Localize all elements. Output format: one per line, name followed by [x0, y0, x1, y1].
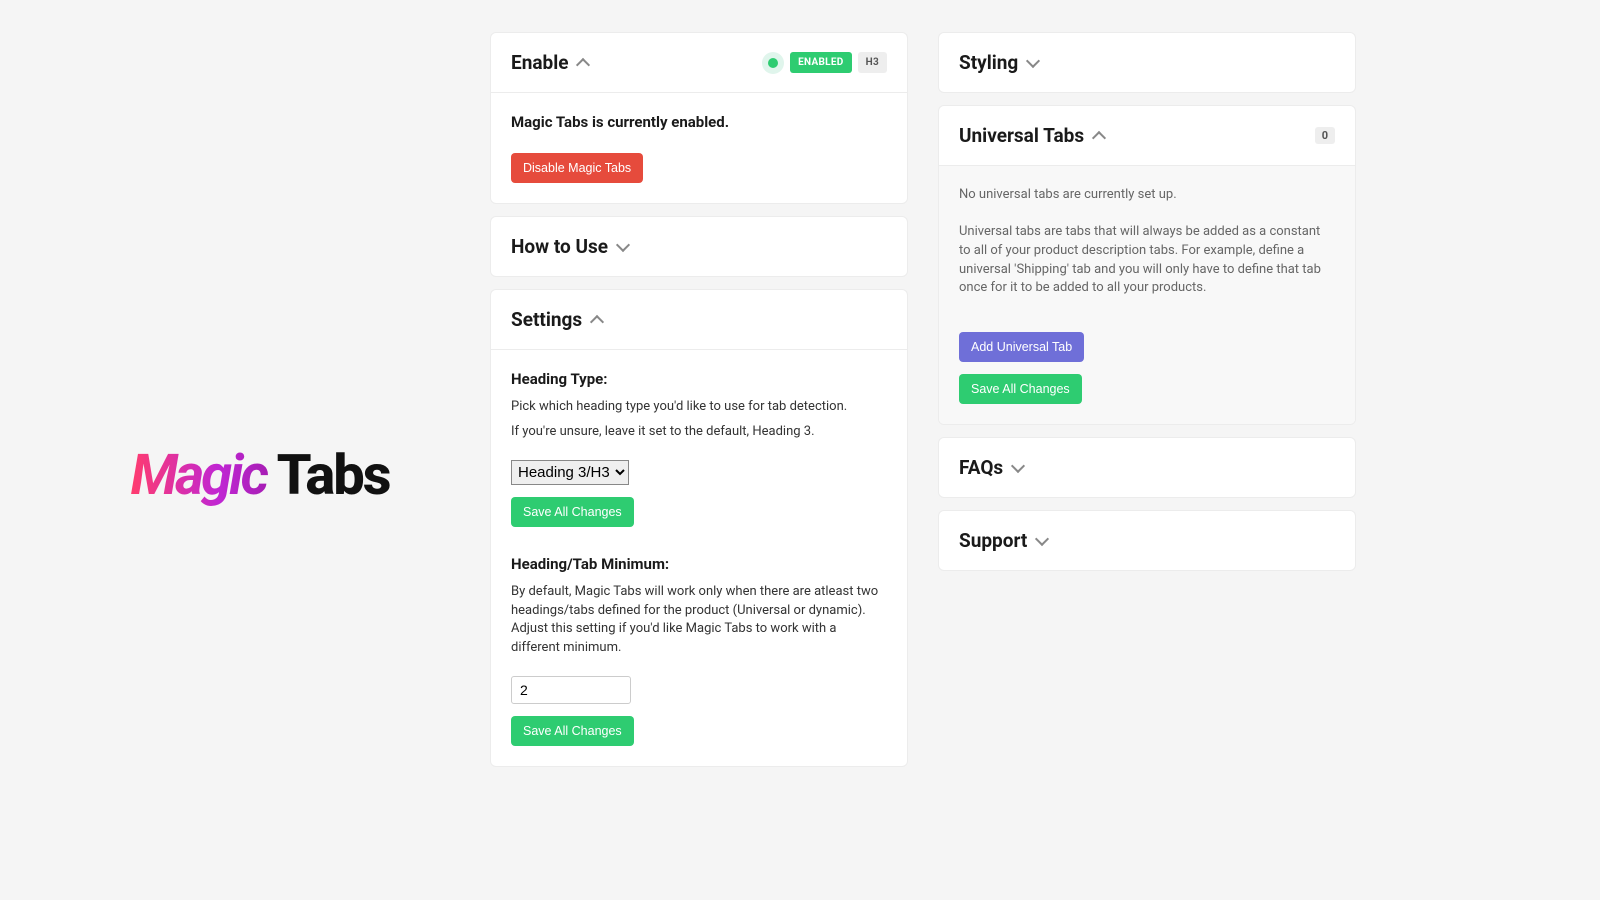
heading-minimum-desc: By default, Magic Tabs will work only wh…: [511, 583, 887, 658]
styling-card: Styling: [938, 32, 1356, 93]
howto-title: How to Use: [511, 235, 608, 258]
enable-card: Enable ENABLED H3 Magic Tabs is currentl…: [490, 32, 908, 204]
logo-word-tabs: Tabs: [277, 442, 390, 508]
disable-button[interactable]: Disable Magic Tabs: [511, 153, 643, 183]
chevron-down-icon: [1026, 53, 1040, 67]
settings-card-header[interactable]: Settings: [491, 290, 907, 349]
support-card-header[interactable]: Support: [939, 511, 1355, 570]
heading-type-select[interactable]: Heading 3/H3: [511, 460, 629, 485]
app-logo: Magic Tabs: [131, 447, 390, 503]
settings-card: Settings Heading Type: Pick which headin…: [490, 289, 908, 767]
save-heading-type-button[interactable]: Save All Changes: [511, 497, 634, 527]
logo-word-magic: Magic: [131, 442, 277, 508]
howto-card-header[interactable]: How to Use: [491, 217, 907, 276]
chevron-up-icon: [1092, 130, 1106, 144]
chevron-up-icon: [576, 57, 590, 71]
faqs-card: FAQs: [938, 437, 1356, 498]
enable-status-text: Magic Tabs is currently enabled.: [511, 113, 887, 131]
styling-card-header[interactable]: Styling: [939, 33, 1355, 92]
settings-title: Settings: [511, 308, 582, 331]
heading-type-desc-1: Pick which heading type you'd like to us…: [511, 398, 887, 417]
universal-tabs-header[interactable]: Universal Tabs 0: [939, 106, 1355, 165]
heading-level-pill: H3: [858, 52, 887, 73]
support-title: Support: [959, 529, 1027, 552]
chevron-down-icon: [1011, 459, 1025, 473]
universal-desc: Universal tabs are tabs that will always…: [959, 223, 1335, 298]
heading-type-desc-2: If you're unsure, leave it set to the de…: [511, 423, 887, 442]
heading-minimum-label: Heading/Tab Minimum:: [511, 555, 887, 573]
enable-title: Enable: [511, 51, 568, 74]
howto-card: How to Use: [490, 216, 908, 277]
faqs-title: FAQs: [959, 456, 1003, 479]
enabled-pill: ENABLED: [790, 52, 852, 73]
styling-title: Styling: [959, 51, 1018, 74]
status-indicator-icon: [762, 52, 784, 74]
universal-tabs-count: 0: [1315, 127, 1335, 144]
universal-tabs-title: Universal Tabs: [959, 124, 1084, 147]
chevron-down-icon: [616, 237, 630, 251]
heading-minimum-input[interactable]: [511, 676, 631, 704]
enable-card-header[interactable]: Enable ENABLED H3: [491, 33, 907, 92]
chevron-down-icon: [1035, 532, 1049, 546]
chevron-up-icon: [590, 314, 604, 328]
universal-empty-text: No universal tabs are currently set up.: [959, 186, 1335, 205]
universal-tabs-card: Universal Tabs 0 No universal tabs are c…: [938, 105, 1356, 425]
save-heading-minimum-button[interactable]: Save All Changes: [511, 716, 634, 746]
heading-type-label: Heading Type:: [511, 370, 887, 388]
faqs-card-header[interactable]: FAQs: [939, 438, 1355, 497]
add-universal-tab-button[interactable]: Add Universal Tab: [959, 332, 1084, 362]
support-card: Support: [938, 510, 1356, 571]
save-universal-button[interactable]: Save All Changes: [959, 374, 1082, 404]
